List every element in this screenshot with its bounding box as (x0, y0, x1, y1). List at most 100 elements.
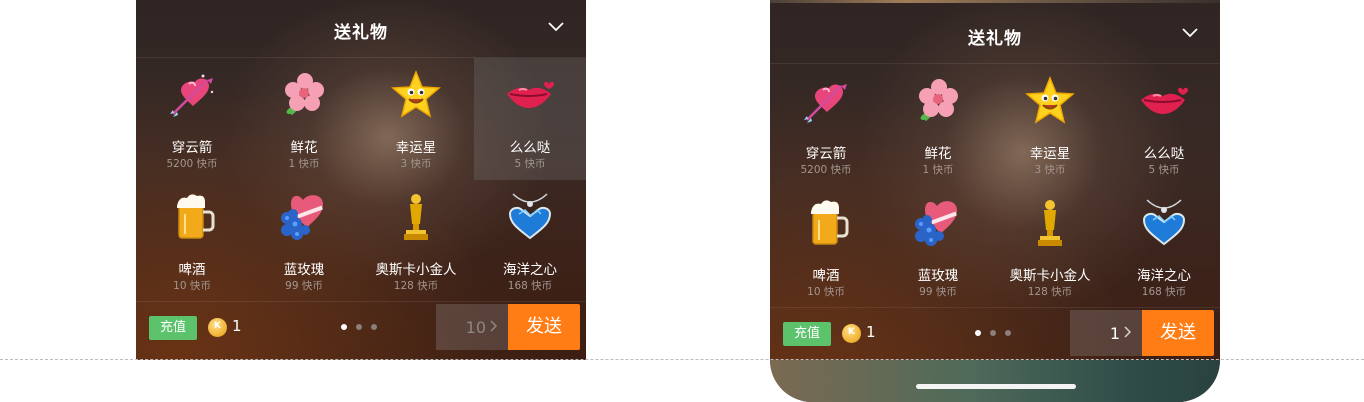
quantity-selector[interactable]: 10 (436, 304, 508, 350)
gift-item-lanmeigui[interactable]: 蓝玫瑰 99 快币 (882, 186, 994, 308)
gift-grid: 穿云箭 5200 快币 鲜花 1 快币 幸运星 3 快币 么么哒 5 快币 啤酒… (136, 58, 586, 302)
gift-grid: 穿云箭 5200 快币 鲜花 1 快币 幸运星 3 快币 么么哒 5 快币 啤酒… (770, 64, 1220, 308)
gift-panel-header: 送礼物 (770, 2, 1220, 64)
gift-price: 99 快币 (285, 280, 323, 292)
gift-item-haiyangzhixin[interactable]: 海洋之心 168 快币 (474, 180, 586, 302)
page-indicator (341, 324, 381, 332)
quantity-value: 1 (1109, 324, 1120, 343)
gift-name: 啤酒 (178, 262, 206, 278)
coin-balance: 1 (232, 317, 242, 335)
gift-name: 鲜花 (924, 146, 952, 162)
gift-item-xianhua[interactable]: 鲜花 1 快币 (248, 58, 360, 180)
blue-rose-gift-icon (915, 201, 957, 246)
gift-item-aosika[interactable]: 奥斯卡小金人 128 快币 (360, 180, 472, 302)
kuaibi-coin-icon: K (208, 318, 227, 337)
gift-price: 3 快币 (1034, 164, 1066, 176)
heart-of-ocean-necklace-icon (1142, 199, 1186, 246)
send-button[interactable]: 发送 (1142, 310, 1214, 356)
gift-price: 5200 快币 (800, 164, 852, 176)
recharge-button[interactable]: 充值 (783, 322, 831, 346)
gift-item-chuanyunjian[interactable]: 穿云箭 5200 快币 (770, 64, 882, 186)
gift-name: 穿云箭 (171, 140, 213, 156)
gift-price: 5200 快币 (166, 158, 218, 170)
gift-name: 奥斯卡小金人 (375, 262, 457, 278)
gift-item-xianhua[interactable]: 鲜花 1 快币 (882, 64, 994, 186)
gift-name: 海洋之心 (503, 262, 557, 278)
background-strip (770, 360, 1220, 402)
gift-price: 1 快币 (922, 164, 954, 176)
gift-panel-header: 送礼物 (136, 0, 586, 58)
gift-panel-title: 送礼物 (334, 23, 388, 43)
beer-mug-icon (177, 194, 215, 239)
coin-symbol: K (214, 321, 221, 331)
flower-icon (919, 79, 958, 122)
gift-panel-right: 送礼物 穿云箭 5200 快币 鲜花 1 快币 幸运星 3 快币 么么哒 5 快… (770, 0, 1220, 402)
chevron-right-icon (490, 320, 498, 332)
page-dot-active[interactable] (975, 330, 981, 336)
quantity-selector[interactable]: 1 (1070, 310, 1142, 356)
gift-price: 168 快币 (507, 280, 553, 292)
gift-price: 10 快币 (807, 286, 845, 298)
page-dot[interactable] (1005, 330, 1011, 336)
gift-item-aosika[interactable]: 奥斯卡小金人 128 快币 (994, 186, 1106, 308)
gift-price: 128 快币 (1027, 286, 1073, 298)
recharge-button[interactable]: 充值 (149, 316, 197, 340)
quantity-value: 10 (465, 318, 486, 337)
gift-panel-left: 送礼物 穿云箭 5200 快币 鲜花 1 快币 幸运星 3 快币 么么哒 5 快… (136, 0, 586, 360)
beer-mug-icon (811, 200, 849, 245)
page-indicator (975, 330, 1015, 338)
gift-item-pijiu[interactable]: 啤酒 10 快币 (136, 180, 248, 302)
chevron-down-icon[interactable] (1182, 26, 1198, 38)
gift-item-xingyunxing[interactable]: 幸运星 3 快币 (994, 64, 1106, 186)
gift-name: 奥斯卡小金人 (1009, 268, 1091, 284)
lips-kiss-icon (1141, 87, 1188, 114)
gift-price: 168 快币 (1141, 286, 1187, 298)
gift-item-chuanyunjian[interactable]: 穿云箭 5200 快币 (136, 58, 248, 180)
gift-item-memeda[interactable]: 么么哒 5 快币 (474, 58, 586, 180)
page-dot[interactable] (990, 330, 996, 336)
gift-price: 5 快币 (514, 158, 546, 170)
gift-item-haiyangzhixin[interactable]: 海洋之心 168 快币 (1108, 186, 1220, 308)
gift-price: 1 快币 (288, 158, 320, 170)
gift-item-xingyunxing[interactable]: 幸运星 3 快币 (360, 58, 472, 180)
kuaibi-coin-icon: K (842, 324, 861, 343)
chevron-down-icon[interactable] (548, 20, 564, 32)
gift-price: 3 快币 (400, 158, 432, 170)
chevron-right-icon (1124, 326, 1132, 338)
coin-balance: 1 (866, 323, 876, 341)
oscar-statue-icon (1038, 200, 1062, 246)
gift-name: 啤酒 (812, 268, 840, 284)
gift-price: 128 快币 (393, 280, 439, 292)
page-dot[interactable] (371, 324, 377, 330)
lucky-star-icon (391, 70, 441, 118)
gift-name: 么么哒 (509, 140, 551, 156)
coin-symbol: K (848, 327, 855, 337)
gift-name: 蓝玫瑰 (917, 268, 959, 284)
gift-panel-title: 送礼物 (968, 29, 1022, 49)
gift-name: 么么哒 (1143, 146, 1185, 162)
gift-price: 10 快币 (173, 280, 211, 292)
lucky-star-icon (1025, 76, 1075, 124)
gift-item-memeda[interactable]: 么么哒 5 快币 (1108, 64, 1220, 186)
cupid-arrow-heart-icon (170, 74, 214, 117)
cupid-arrow-heart-icon (804, 84, 847, 123)
dashed-divider (0, 359, 1364, 360)
page-dot-active[interactable] (341, 324, 347, 330)
gift-name: 海洋之心 (1137, 268, 1191, 284)
gift-price: 99 快币 (919, 286, 957, 298)
gift-name: 蓝玫瑰 (283, 262, 325, 278)
home-indicator[interactable] (916, 384, 1076, 389)
gift-price: 5 快币 (1148, 164, 1180, 176)
flower-icon (285, 73, 324, 116)
gift-action-bar: 充值 K 1 1 发送 (770, 308, 1220, 362)
gift-name: 鲜花 (290, 140, 318, 156)
gift-name: 幸运星 (1029, 146, 1071, 162)
blue-rose-gift-icon (281, 195, 323, 240)
gift-item-pijiu[interactable]: 啤酒 10 快币 (770, 186, 882, 308)
send-button[interactable]: 发送 (508, 304, 580, 350)
page-dot[interactable] (356, 324, 362, 330)
gift-action-bar: 充值 K 1 10 发送 (136, 302, 586, 356)
gift-name: 穿云箭 (805, 146, 847, 162)
gift-item-lanmeigui[interactable]: 蓝玫瑰 99 快币 (248, 180, 360, 302)
oscar-statue-icon (404, 194, 428, 240)
